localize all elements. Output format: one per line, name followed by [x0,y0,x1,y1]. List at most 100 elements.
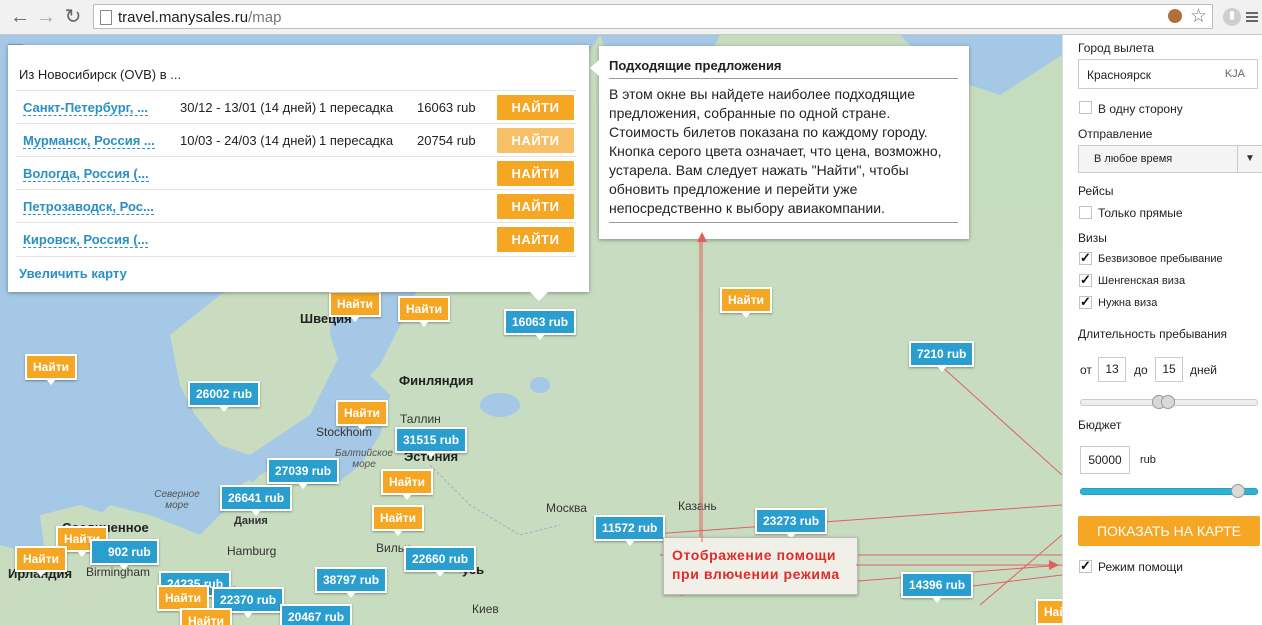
map-label-north-sea: Северное море [154,489,200,511]
offer-find-button[interactable]: НАЙТИ [497,128,574,153]
help-arrow [697,232,707,542]
callout-arrow [856,560,1059,570]
schengen-visa-label: Шенгенская виза [1098,275,1186,287]
duration-slider-handle-max[interactable] [1161,395,1175,409]
one-way-label: В одну сторону [1098,102,1183,116]
show-on-map-button[interactable]: ПОКАЗАТЬ НА КАРТЕ [1078,516,1260,546]
offers-header: Из Новосибирск (OVB) в ... [19,67,182,82]
map-price-pin[interactable]: 26002 rub [188,381,261,412]
map-label-baltic-sea: Балтийское море [335,448,393,470]
map-price-pin[interactable]: 16063 rub [504,309,577,340]
map-find-pin[interactable]: Найти [336,400,388,431]
departure-city-code: KJA [1224,68,1245,80]
callout-text: Отображение помощи при влючении режима [672,547,840,582]
duration-to-label: до [1134,363,1148,377]
offer-city-link[interactable]: Мурманск, Россия ... [23,134,155,149]
map-price-pin[interactable]: 31515 rub [395,427,468,458]
departure-city-label: Город вылета [1078,41,1155,55]
help-divider-bottom [609,222,958,223]
map-price-pin[interactable]: 22660 rub [404,546,477,577]
departure-time-select[interactable]: В любое время ▼ [1078,145,1262,173]
duration-to-input[interactable]: 15 [1155,357,1183,382]
map-price-pin[interactable]: 902 rub [90,539,159,570]
offer-find-button[interactable]: НАЙТИ [497,95,574,120]
offer-find-button[interactable]: НАЙТИ [497,161,574,186]
map-label-kiev: Киев [472,602,499,616]
map-label-tallinn: Таллин [400,412,441,426]
address-bar[interactable]: travel.manysales.ru/map ☆ [93,4,1213,29]
duration-from-input[interactable]: 13 [1098,357,1126,382]
budget-label: Бюджет [1078,418,1122,432]
map-price-pin[interactable]: 7210 rub [909,341,975,372]
offer-row: Мурманск, Россия ... 10/03 - 24/03 (14 д… [16,123,576,157]
visas-label: Визы [1078,231,1107,245]
map-label-denmark: Дания [234,515,268,527]
budget-input[interactable]: 50000 [1080,446,1130,474]
map-price-pin[interactable]: 14396 rub [901,572,974,603]
map-find-pin[interactable]: Найти [372,505,424,536]
browser-toolbar: ← → ↻ travel.manysales.ru/map ☆ [0,0,1262,35]
visa-free-label: Безвизовое пребывание [1098,253,1223,265]
departure-city-input[interactable]: Красноярск KJA [1078,59,1258,89]
map-find-pin[interactable]: Найти [398,296,450,327]
help-pointer [590,60,599,76]
direct-only-label: Только прямые [1098,206,1183,220]
map-find-pin[interactable]: Найти [329,291,381,322]
map-find-pin[interactable]: Найти [381,469,433,500]
map-price-pin[interactable]: 23273 rub [755,508,828,539]
offer-dates: 10/03 - 24/03 (14 дней) [180,133,317,148]
map-find-pin[interactable]: Найти [25,354,77,385]
menu-icon[interactable] [1243,6,1261,28]
budget-unit: rub [1140,454,1156,466]
map-price-pin[interactable]: 27039 rub [267,458,340,489]
budget-slider-handle[interactable] [1231,484,1245,498]
help-mode-label: Режим помощи [1098,560,1184,574]
map-price-pin[interactable]: 20467 rub [280,604,353,625]
visa-required-checkbox[interactable]: ✓ [1079,295,1092,309]
map-find-pin[interactable]: Найти [1036,599,1062,625]
back-arrow-icon[interactable]: ← [8,5,32,29]
map-find-pin[interactable]: Найти [15,546,67,577]
visa-free-checkbox[interactable]: ✓ [1079,251,1092,265]
offer-find-button[interactable]: НАЙТИ [497,227,574,252]
schengen-visa-checkbox[interactable]: ✓ [1079,273,1092,287]
departure-time-label: Отправление [1078,127,1153,141]
offer-find-button[interactable]: НАЙТИ [497,194,574,219]
help-mode-checkbox[interactable]: ✓ [1079,559,1092,573]
duration-label: Длительность пребывания [1078,327,1228,341]
address-url: travel.manysales.ru/map [118,9,282,26]
offer-city-link[interactable]: Кировск, Россия (... [23,233,149,248]
chevron-down-icon: ▼ [1237,146,1262,172]
enlarge-map-link[interactable]: Увеличить карту [19,266,127,281]
offer-city-link[interactable]: Петрозаводск, Рос... [23,200,154,215]
extension-icon[interactable] [1168,9,1182,23]
departure-city-value: Красноярск [1087,68,1152,82]
offers-pointer [530,292,548,301]
offer-stops: 1 пересадка [319,133,394,148]
offer-row: Вологда, Россия (... НАЙТИ [16,156,576,190]
map-label-birmingham: Birmingham [86,565,151,579]
help-popup: Подходящие предложения В этом окне вы на… [590,46,969,239]
direct-only-checkbox[interactable] [1079,206,1092,219]
offer-city-link[interactable]: Вологда, Россия (... [23,167,149,182]
offers-panel: Из Новосибирск (OVB) в ... Санкт-Петербу… [8,45,589,301]
map-price-pin[interactable]: 26641 rub [220,485,293,516]
map-find-pin[interactable]: Найти [180,608,232,625]
star-icon[interactable]: ☆ [1190,5,1207,28]
map-price-pin[interactable]: 38797 rub [315,567,388,598]
one-way-checkbox[interactable] [1079,101,1092,114]
map-label-hamburg: Hamburg [227,544,277,558]
offer-city-link[interactable]: Санкт-Петербург, ... [23,101,148,116]
offer-price: 20754 rub [417,133,476,148]
extension-toolbar-icon[interactable] [1221,6,1243,28]
map-label-moscow: Москва [546,501,587,515]
offer-row: Кировск, Россия (... НАЙТИ [16,222,576,257]
reload-icon[interactable]: ↻ [61,5,85,29]
forward-arrow-icon[interactable]: → [34,5,58,29]
offer-price: 16063 rub [417,100,476,115]
map-find-pin[interactable]: Найти [720,287,772,318]
map-price-pin[interactable]: 11572 rub [594,515,666,546]
duration-days-label: дней [1190,363,1218,377]
offer-stops: 1 пересадка [319,100,394,115]
page-icon [100,10,112,25]
